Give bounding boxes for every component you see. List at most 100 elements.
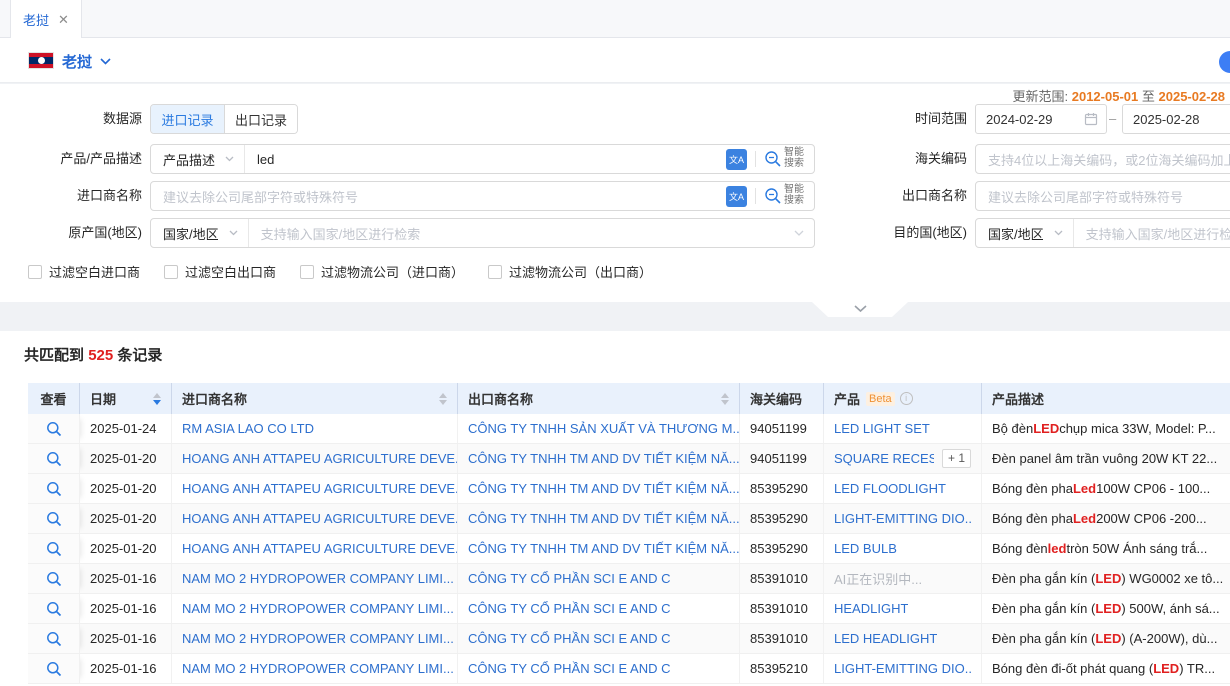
chevron-down-icon[interactable] bbox=[100, 58, 111, 65]
checkbox-icon[interactable] bbox=[300, 265, 314, 279]
col-header-importer[interactable]: 进口商名称 bbox=[172, 383, 458, 414]
destination-country-box: 国家/地区 支持输入国家/地区进行检索 bbox=[975, 218, 1230, 248]
sort-icons-date[interactable] bbox=[153, 393, 161, 405]
exporter-link[interactable]: CÔNG TY TNHH TM AND DV TIẾT KIỆM NĂ... bbox=[458, 504, 740, 533]
product-description: Bóng đèn pha Led 200W CP06 -200... bbox=[982, 504, 1230, 533]
country-name[interactable]: 老挝 bbox=[62, 51, 92, 72]
smart-search-icon bbox=[764, 150, 782, 168]
importer-link[interactable]: HOANG ANH ATTAPEU AGRICULTURE DEVE... bbox=[172, 504, 458, 533]
exporter-link[interactable]: CÔNG TY TNHH TM AND DV TIẾT KIỆM NĂ... bbox=[458, 444, 740, 473]
view-record-icon[interactable] bbox=[46, 541, 62, 557]
product-description: Bóng đèn led tròn 50W Ánh sáng trắ... bbox=[982, 534, 1230, 563]
view-record-icon[interactable] bbox=[46, 421, 62, 437]
origin-country-select[interactable]: 国家/地区 bbox=[151, 219, 249, 247]
tab-close-icon[interactable]: ✕ bbox=[58, 13, 69, 26]
calendar-icon[interactable] bbox=[1084, 112, 1098, 126]
view-record-icon[interactable] bbox=[46, 451, 62, 467]
product-link[interactable]: LED HEADLIGHT bbox=[834, 631, 937, 646]
table-row: 2025-01-24RM ASIA LAO CO LTDCÔNG TY TNHH… bbox=[28, 414, 1230, 444]
checkbox-icon[interactable] bbox=[164, 265, 178, 279]
importer-link[interactable]: RM ASIA LAO CO LTD bbox=[172, 414, 458, 443]
sort-icons-exporter[interactable] bbox=[721, 393, 729, 405]
importer-link[interactable]: NAM MO 2 HYDROPOWER COMPANY LIMI... bbox=[172, 594, 458, 623]
smart-search-button[interactable]: 智能搜索 bbox=[764, 185, 806, 207]
view-record-button[interactable] bbox=[28, 564, 80, 593]
exporter-input[interactable]: 建议去除公司尾部字符或特殊符号 bbox=[975, 181, 1230, 211]
product-link[interactable]: HEADLIGHT bbox=[834, 601, 908, 616]
product-link[interactable]: LIGHT-EMITTING DIO... bbox=[834, 661, 971, 676]
collapse-filters-button[interactable] bbox=[812, 302, 908, 317]
hs-code-input[interactable]: 支持4位以上海关编码，或2位海关编码加上产品描述 bbox=[975, 144, 1230, 174]
table-row: 2025-01-16NAM MO 2 HYDROPOWER COMPANY LI… bbox=[28, 564, 1230, 594]
importer-search-box: 建议去除公司尾部字符或特殊符号 文A 智能搜索 bbox=[150, 181, 815, 211]
col-header-exporter[interactable]: 出口商名称 bbox=[458, 383, 740, 414]
view-record-button[interactable] bbox=[28, 444, 80, 473]
exporter-link[interactable]: CÔNG TY TNHH SẢN XUẤT VÀ THƯƠNG M... bbox=[458, 414, 740, 443]
date-from-input[interactable]: 2024-02-29 bbox=[975, 104, 1107, 134]
col-header-hs-code: 海关编码 bbox=[740, 383, 824, 414]
destination-country-label: 目的国(地区) bbox=[820, 218, 967, 248]
view-record-icon[interactable] bbox=[46, 661, 62, 677]
view-record-button[interactable] bbox=[28, 624, 80, 653]
view-record-icon[interactable] bbox=[46, 601, 62, 617]
floating-assistant-icon[interactable] bbox=[1219, 51, 1230, 73]
origin-country-input[interactable]: 支持输入国家/地区进行检索 bbox=[249, 224, 794, 243]
view-record-button[interactable] bbox=[28, 534, 80, 563]
table-row: 2025-01-20HOANG ANH ATTAPEU AGRICULTURE … bbox=[28, 444, 1230, 474]
view-record-icon[interactable] bbox=[46, 631, 62, 647]
view-record-button[interactable] bbox=[28, 654, 80, 683]
table-row: 2025-01-16NAM MO 2 HYDROPOWER COMPANY LI… bbox=[28, 594, 1230, 624]
importer-input[interactable]: 建议去除公司尾部字符或特殊符号 bbox=[151, 187, 726, 206]
checkbox-icon[interactable] bbox=[488, 265, 502, 279]
filter-logistics-exporter[interactable]: 过滤物流公司（出口商） bbox=[488, 262, 652, 281]
product-cell: LED BULB bbox=[824, 534, 982, 563]
view-record-icon[interactable] bbox=[46, 511, 62, 527]
results-panel: 共匹配到 525 条记录 查看 日期 进口商名称 出口商名称 bbox=[0, 331, 1230, 686]
more-products-badge[interactable]: + 1 bbox=[942, 449, 971, 468]
importer-link[interactable]: NAM MO 2 HYDROPOWER COMPANY LIMI... bbox=[172, 564, 458, 593]
beta-info-icon[interactable]: i bbox=[900, 392, 913, 405]
filter-blank-importer[interactable]: 过滤空白进口商 bbox=[28, 262, 140, 281]
importer-link[interactable]: NAM MO 2 HYDROPOWER COMPANY LIMI... bbox=[172, 624, 458, 653]
importer-link[interactable]: HOANG ANH ATTAPEU AGRICULTURE DEVE... bbox=[172, 444, 458, 473]
view-record-button[interactable] bbox=[28, 474, 80, 503]
product-link[interactable]: LED LIGHT SET bbox=[834, 421, 930, 436]
product-link[interactable]: SQUARE RECESS... bbox=[834, 451, 934, 466]
view-record-icon[interactable] bbox=[46, 571, 62, 587]
product-link[interactable]: LED FLOODLIGHT bbox=[834, 481, 946, 496]
sort-icons-importer[interactable] bbox=[439, 393, 447, 405]
view-record-button[interactable] bbox=[28, 594, 80, 623]
product-link[interactable]: LIGHT-EMITTING DIO... bbox=[834, 511, 971, 526]
translate-icon[interactable]: 文A bbox=[726, 149, 747, 170]
destination-country-input[interactable]: 支持输入国家/地区进行检索 bbox=[1074, 224, 1230, 243]
product-link[interactable]: LED BULB bbox=[834, 541, 897, 556]
exporter-link[interactable]: CÔNG TY CỔ PHẦN SCI E AND C bbox=[458, 624, 740, 653]
view-record-icon[interactable] bbox=[46, 481, 62, 497]
destination-country-select[interactable]: 国家/地区 bbox=[976, 219, 1074, 247]
view-record-button[interactable] bbox=[28, 504, 80, 533]
smart-search-button[interactable]: 智能搜索 bbox=[764, 148, 806, 170]
tab-laos[interactable]: 老挝 ✕ bbox=[10, 0, 82, 38]
filter-blank-exporter[interactable]: 过滤空白出口商 bbox=[164, 262, 276, 281]
exporter-link[interactable]: CÔNG TY CỔ PHẦN SCI E AND C bbox=[458, 594, 740, 623]
col-header-date[interactable]: 日期 bbox=[80, 383, 172, 414]
product-field-select[interactable]: 产品描述 bbox=[151, 145, 245, 173]
exporter-label: 出口商名称 bbox=[820, 181, 967, 211]
filter-logistics-importer[interactable]: 过滤物流公司（进口商） bbox=[300, 262, 464, 281]
exporter-link[interactable]: CÔNG TY CỔ PHẦN SCI E AND C bbox=[458, 654, 740, 683]
tab-import-records[interactable]: 进口记录 bbox=[151, 105, 224, 133]
product-search-input[interactable]: led bbox=[245, 152, 726, 167]
view-record-button[interactable] bbox=[28, 414, 80, 443]
chevron-down-icon[interactable] bbox=[794, 230, 814, 236]
importer-link[interactable]: HOANG ANH ATTAPEU AGRICULTURE DEVE... bbox=[172, 534, 458, 563]
importer-link[interactable]: HOANG ANH ATTAPEU AGRICULTURE DEVE... bbox=[172, 474, 458, 503]
checkbox-icon[interactable] bbox=[28, 265, 42, 279]
date-to-input[interactable]: 2025-02-28 bbox=[1122, 104, 1230, 134]
importer-link[interactable]: NAM MO 2 HYDROPOWER COMPANY LIMI... bbox=[172, 654, 458, 683]
tab-export-records[interactable]: 出口记录 bbox=[224, 105, 297, 133]
table-row: 2025-01-16NAM MO 2 HYDROPOWER COMPANY LI… bbox=[28, 624, 1230, 654]
exporter-link[interactable]: CÔNG TY TNHH TM AND DV TIẾT KIỆM NĂ... bbox=[458, 534, 740, 563]
exporter-link[interactable]: CÔNG TY TNHH TM AND DV TIẾT KIỆM NĂ... bbox=[458, 474, 740, 503]
exporter-link[interactable]: CÔNG TY CỔ PHẦN SCI E AND C bbox=[458, 564, 740, 593]
translate-icon[interactable]: 文A bbox=[726, 186, 747, 207]
